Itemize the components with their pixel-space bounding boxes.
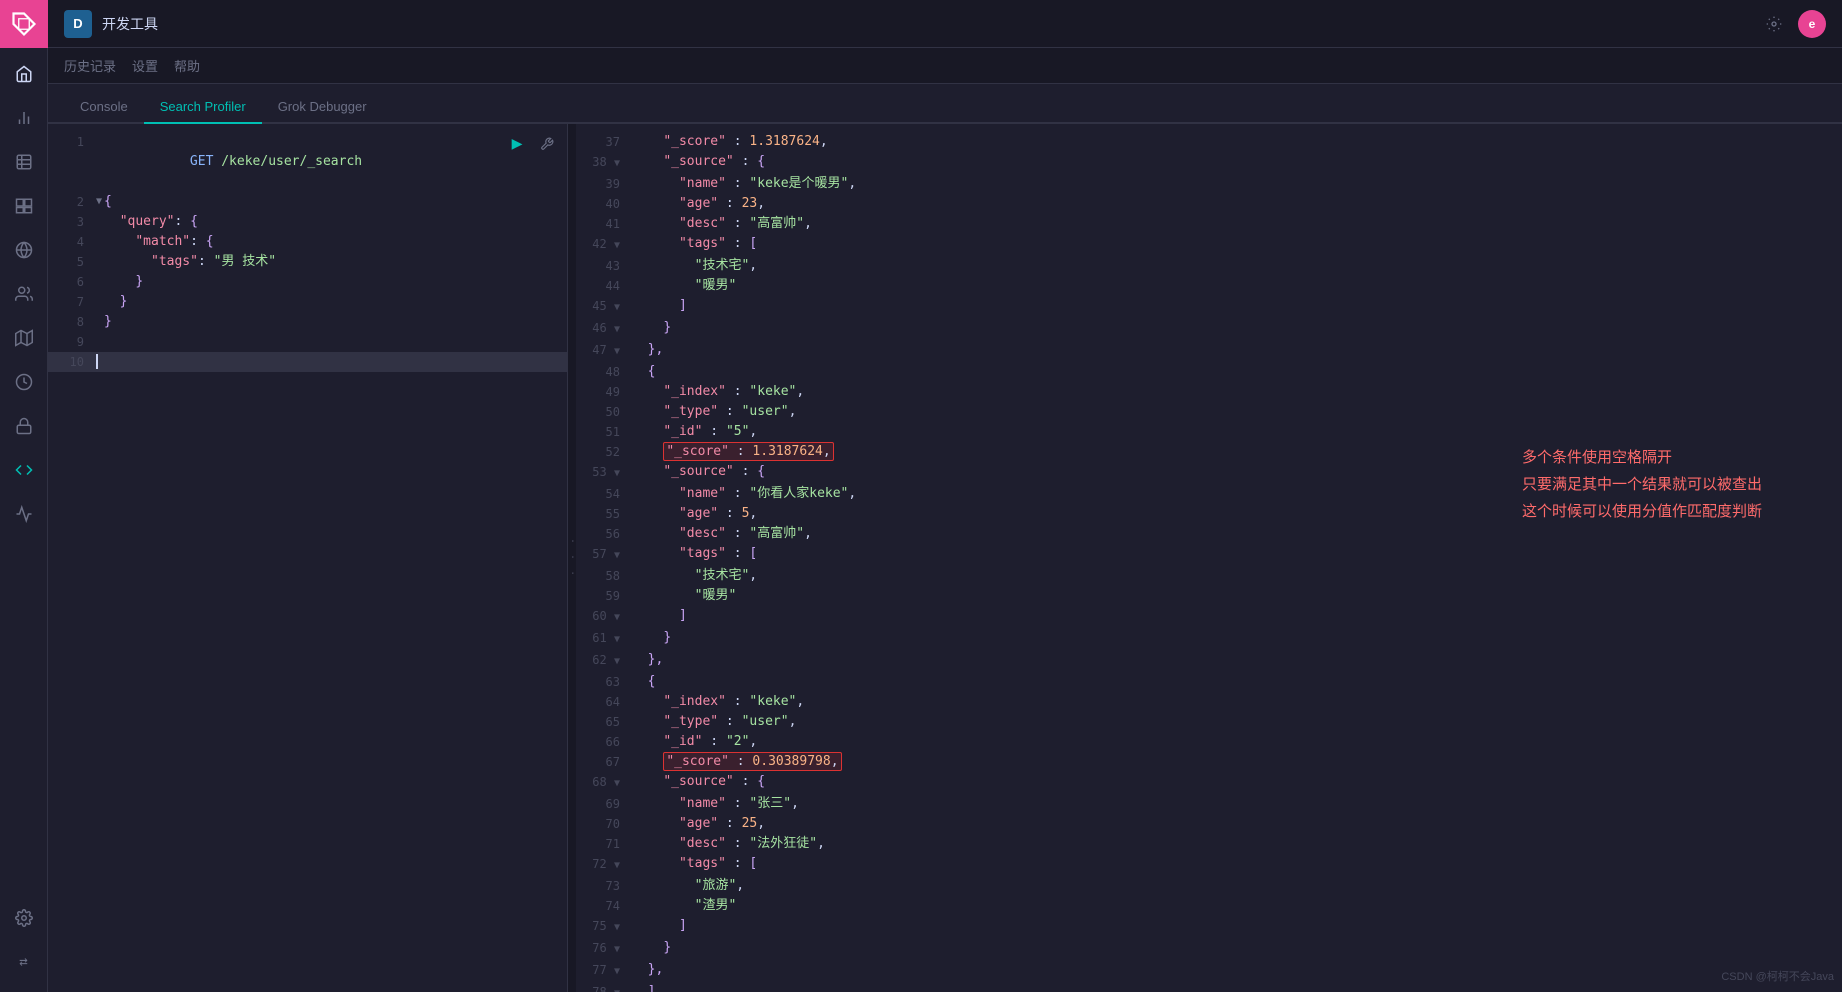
sidebar-item-collapse[interactable]: ⇄ <box>4 942 44 982</box>
sidebar-item-settings[interactable] <box>4 898 44 938</box>
sidebar-item-dashboard[interactable] <box>4 186 44 226</box>
code-line-1: 1 GET /keke/user/_search ▶ <box>48 132 567 192</box>
panel-divider[interactable]: · · · <box>568 124 576 992</box>
resp-line-48: 48 { <box>576 362 1842 382</box>
resp-line-43: 43 "技术宅", <box>576 256 1842 276</box>
resp-line-68: 68 ▼ "_source" : { <box>576 772 1842 794</box>
resp-line-53: 53 ▼ "_source" : { <box>576 462 1842 484</box>
tab-search-profiler[interactable]: Search Profiler <box>144 91 262 124</box>
resp-line-39: 39 "name" : "keke是个暖男", <box>576 174 1842 194</box>
response-code[interactable]: 37 "_score" : 1.3187624, 38 ▼ "_source" … <box>576 124 1842 992</box>
code-line-6: 6 ▼ } <box>48 272 567 292</box>
sidebar-item-analytics[interactable] <box>4 98 44 138</box>
resp-line-65: 65 "_type" : "user", <box>576 712 1842 732</box>
resp-line-69: 69 "name" : "张三", <box>576 794 1842 814</box>
editor-panel: 1 GET /keke/user/_search ▶ 2 ▼ { <box>48 124 568 992</box>
nav-help[interactable]: 帮助 <box>174 52 200 79</box>
sidebar-item-lock[interactable] <box>4 406 44 446</box>
resp-line-62: 62 ▼ }, <box>576 650 1842 672</box>
resp-line-70: 70 "age" : 25, <box>576 814 1842 834</box>
resp-line-58: 58 "技术宅", <box>576 566 1842 586</box>
resp-line-51: 51 "_id" : "5", <box>576 422 1842 442</box>
resp-line-52: 52 "_score" : 1.3187624, <box>576 442 1842 462</box>
resp-line-66: 66 "_id" : "2", <box>576 732 1842 752</box>
resp-line-60: 60 ▼ ] <box>576 606 1842 628</box>
content-area: 1 GET /keke/user/_search ▶ 2 ▼ { <box>48 124 1842 992</box>
code-line-8: 8 ▼ } <box>48 312 567 332</box>
watermark: CSDN @柯柯不会Java <box>1721 968 1834 984</box>
code-line-4: 4 ▼ "match": { <box>48 232 567 252</box>
sidebar-item-timelion[interactable] <box>4 362 44 402</box>
resp-line-73: 73 "旅游", <box>576 876 1842 896</box>
resp-line-75: 75 ▼ ] <box>576 916 1842 938</box>
resp-line-57: 57 ▼ "tags" : [ <box>576 544 1842 566</box>
tabs-bar: Console Search Profiler Grok Debugger <box>48 84 1842 124</box>
sidebar-item-monitoring[interactable] <box>4 494 44 534</box>
resp-line-47: 47 ▼ }, <box>576 340 1842 362</box>
resp-line-59: 59 "暖男" <box>576 586 1842 606</box>
sidebar-item-discover[interactable] <box>4 142 44 182</box>
resp-line-71: 71 "desc" : "法外狂徒", <box>576 834 1842 854</box>
sidebar-item-home[interactable] <box>4 54 44 94</box>
response-panel: 37 "_score" : 1.3187624, 38 ▼ "_source" … <box>576 124 1842 992</box>
code-line-7: 7 ▼ } <box>48 292 567 312</box>
editor-code[interactable]: 1 GET /keke/user/_search ▶ 2 ▼ { <box>48 124 567 992</box>
topbar: D 开发工具 e <box>48 0 1842 48</box>
resp-line-61: 61 ▼ } <box>576 628 1842 650</box>
sidebar-item-users[interactable] <box>4 274 44 314</box>
nav-menu: 历史记录 设置 帮助 <box>48 48 1842 84</box>
resp-line-55: 55 "age" : 5, <box>576 504 1842 524</box>
resp-line-37: 37 "_score" : 1.3187624, <box>576 132 1842 152</box>
resp-line-74: 74 "渣男" <box>576 896 1842 916</box>
resp-line-46: 46 ▼ } <box>576 318 1842 340</box>
resp-line-64: 64 "_index" : "keke", <box>576 692 1842 712</box>
resp-line-63: 63 { <box>576 672 1842 692</box>
workspace-avatar: D <box>64 10 92 38</box>
resp-line-77: 77 ▼ }, <box>576 960 1842 982</box>
resp-line-45: 45 ▼ ] <box>576 296 1842 318</box>
app-title: 开发工具 <box>102 14 158 34</box>
code-line-10: 10 <box>48 352 567 372</box>
nav-settings[interactable]: 设置 <box>132 52 158 79</box>
sidebar-item-maps[interactable] <box>4 318 44 358</box>
sidebar: ⇄ <box>0 0 48 992</box>
nav-history[interactable]: 历史记录 <box>64 52 116 79</box>
tab-grok-debugger[interactable]: Grok Debugger <box>262 91 383 124</box>
code-line-9: 9 <box>48 332 567 352</box>
resp-line-49: 49 "_index" : "keke", <box>576 382 1842 402</box>
resp-line-67: 67 "_score" : 0.30389798, <box>576 752 1842 772</box>
sidebar-item-canvas[interactable] <box>4 230 44 270</box>
resp-line-50: 50 "_type" : "user", <box>576 402 1842 422</box>
resp-line-44: 44 "暖男" <box>576 276 1842 296</box>
resp-line-78: 78 ▼ ] <box>576 982 1842 992</box>
code-line-2: 2 ▼ { <box>48 192 567 212</box>
resp-line-56: 56 "desc" : "高富帅", <box>576 524 1842 544</box>
main-content: D 开发工具 e 历史记录 设置 帮助 Console Search Profi… <box>48 0 1842 992</box>
resp-line-42: 42 ▼ "tags" : [ <box>576 234 1842 256</box>
resp-line-41: 41 "desc" : "高富帅", <box>576 214 1842 234</box>
resp-line-38: 38 ▼ "_source" : { <box>576 152 1842 174</box>
code-line-5: 5 ▼ "tags": "男 技术" <box>48 252 567 272</box>
resp-line-54: 54 "name" : "你看人家keke", <box>576 484 1842 504</box>
resp-line-72: 72 ▼ "tags" : [ <box>576 854 1842 876</box>
settings-icon[interactable] <box>1758 8 1790 40</box>
app-logo <box>0 0 48 48</box>
tab-console[interactable]: Console <box>64 91 144 124</box>
run-button[interactable]: ▶ <box>505 132 529 156</box>
topbar-actions: e <box>1758 8 1826 40</box>
user-avatar[interactable]: e <box>1798 10 1826 38</box>
wrench-icon[interactable] <box>535 132 559 156</box>
resp-line-76: 76 ▼ } <box>576 938 1842 960</box>
sidebar-item-dev-tools[interactable] <box>4 450 44 490</box>
code-line-3: 3 ▼ "query": { <box>48 212 567 232</box>
resp-line-40: 40 "age" : 23, <box>576 194 1842 214</box>
